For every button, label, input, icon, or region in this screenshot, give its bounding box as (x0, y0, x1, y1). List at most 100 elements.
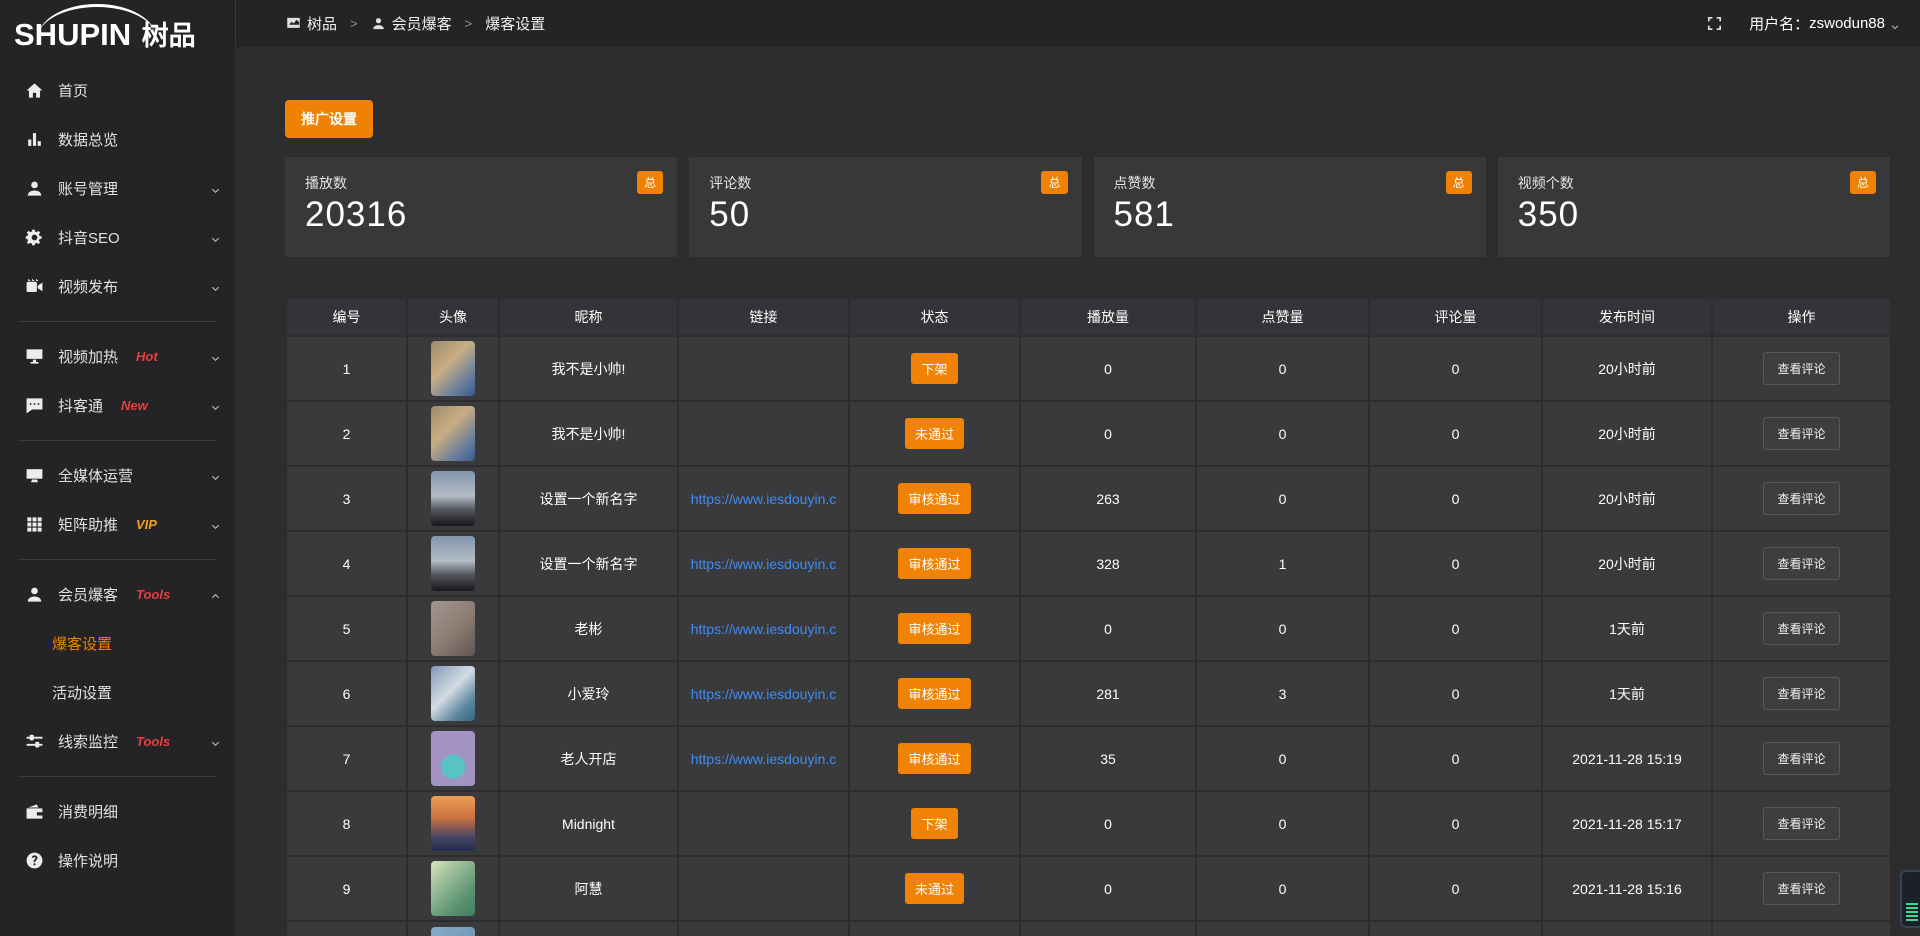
sidebar-item-数据总览[interactable]: 数据总览 (0, 115, 235, 164)
stat-card-label: 播放数 (305, 173, 657, 193)
sidebar-subitem-爆客设置[interactable]: 爆客设置 (0, 619, 235, 668)
view-comments-button[interactable]: 查看评论 (1763, 352, 1839, 385)
sidebar-item-消费明细[interactable]: 消费明细 (0, 787, 235, 836)
cell-status: 未通过 (849, 856, 1020, 921)
avatar-image (431, 406, 475, 461)
view-comments-button[interactable]: 查看评论 (1763, 677, 1839, 710)
cell-action: 查看评论 (1712, 596, 1891, 661)
cell-avatar (407, 661, 499, 726)
cell-avatar (407, 401, 499, 466)
overlay-volume-widget[interactable] (1900, 870, 1920, 928)
cell-id: 4 (286, 531, 407, 596)
stat-cards: 播放数20316总评论数50总点赞数581总视频个数350总 (285, 157, 1890, 257)
cell-link (678, 401, 849, 466)
sidebar-item-badge: VIP (136, 517, 157, 532)
cell-likes: 0 (1196, 596, 1369, 661)
fullscreen-icon[interactable] (1706, 15, 1723, 32)
sidebar-item-视频发布[interactable]: 视频发布 (0, 262, 235, 311)
cell-plays: 35 (1020, 726, 1196, 791)
column-header-链接: 链接 (678, 298, 849, 336)
avatar-image (431, 666, 475, 721)
status-badge: 未通过 (905, 873, 964, 904)
view-comments-button[interactable]: 查看评论 (1763, 547, 1839, 580)
cell-plays: 328 (1020, 531, 1196, 596)
chevron-up-icon (210, 589, 221, 600)
stat-card-label: 评论数 (709, 173, 1061, 193)
cell-empty (1020, 921, 1196, 936)
stat-card-label: 点赞数 (1114, 173, 1466, 193)
promotion-settings-button[interactable]: 推广设置 (285, 100, 373, 138)
breadcrumb: 树品>会员爆客>爆客设置 (286, 13, 545, 34)
breadcrumb-item-会员爆客[interactable]: 会员爆客 (371, 13, 452, 34)
cell-id: 1 (286, 336, 407, 401)
main-area: 树品>会员爆客>爆客设置 用户名： zswodun88 推广设置 播放数2031… (235, 0, 1920, 936)
sidebar-item-首页[interactable]: 首页 (0, 66, 235, 115)
sidebar: SHUPIN 树品 首页数据总览账号管理抖音SEO视频发布视频加热Hot抖客通N… (0, 0, 235, 936)
table-row-partial (286, 921, 1891, 936)
view-comments-button[interactable]: 查看评论 (1763, 612, 1839, 645)
cell-avatar (407, 856, 499, 921)
sidebar-item-矩阵助推[interactable]: 矩阵助推VIP (0, 500, 235, 549)
cell-link[interactable]: https://www.iesdouyin.c (678, 531, 849, 596)
sidebar-item-badge: Tools (136, 734, 170, 749)
sidebar-item-全媒体运营[interactable]: 全媒体运营 (0, 451, 235, 500)
chevron-down-icon (210, 232, 221, 243)
sidebar-item-label: 全媒体运营 (58, 465, 133, 486)
chevron-down-icon (210, 470, 221, 481)
column-header-状态: 状态 (849, 298, 1020, 336)
sidebar-item-抖音SEO[interactable]: 抖音SEO (0, 213, 235, 262)
view-comments-button[interactable]: 查看评论 (1763, 417, 1839, 450)
status-badge: 审核通过 (898, 613, 970, 644)
cell-link[interactable]: https://www.iesdouyin.c (678, 466, 849, 531)
cell-status: 审核通过 (849, 466, 1020, 531)
chevron-down-icon (210, 519, 221, 530)
sidebar-item-操作说明[interactable]: 操作说明 (0, 836, 235, 885)
wallet-icon (25, 802, 44, 821)
sidebar-subitem-活动设置[interactable]: 活动设置 (0, 668, 235, 717)
view-comments-button[interactable]: 查看评论 (1763, 807, 1839, 840)
cell-link[interactable]: https://www.iesdouyin.c (678, 596, 849, 661)
cell-action: 查看评论 (1712, 401, 1891, 466)
cell-status: 审核通过 (849, 531, 1020, 596)
table-row: 3设置一个新名字https://www.iesdouyin.c审核通过26300… (286, 466, 1891, 531)
sidebar-item-视频加热[interactable]: 视频加热Hot (0, 332, 235, 381)
stat-card-value: 50 (709, 195, 1061, 235)
status-badge: 审核通过 (898, 678, 970, 709)
cell-link[interactable]: https://www.iesdouyin.c (678, 661, 849, 726)
cell-link (678, 856, 849, 921)
cell-id: 9 (286, 856, 407, 921)
cell-likes: 0 (1196, 401, 1369, 466)
sidebar-item-badge: Hot (136, 349, 158, 364)
cell-link[interactable]: https://www.iesdouyin.c (678, 726, 849, 791)
cell-comments: 0 (1369, 596, 1542, 661)
cell-avatar (407, 726, 499, 791)
sidebar-item-线索监控[interactable]: 线索监控Tools (0, 717, 235, 766)
username-value: zswodun88 (1809, 15, 1885, 32)
cell-action: 查看评论 (1712, 856, 1891, 921)
breadcrumb-label: 会员爆客 (392, 13, 452, 34)
stat-card-value: 581 (1114, 195, 1466, 235)
user-icon (25, 179, 44, 198)
user-menu[interactable]: 用户名： zswodun88 (1749, 13, 1900, 34)
status-badge: 审核通过 (898, 743, 970, 774)
table-row: 1我不是小帅!下架00020小时前查看评论 (286, 336, 1891, 401)
cell-avatar (407, 596, 499, 661)
sidebar-item-label: 操作说明 (58, 850, 118, 871)
breadcrumb-item-树品[interactable]: 树品 (286, 13, 337, 34)
sidebar-item-抖客通[interactable]: 抖客通New (0, 381, 235, 430)
cell-avatar (407, 791, 499, 856)
cell-id: 2 (286, 401, 407, 466)
cell-status: 审核通过 (849, 661, 1020, 726)
gear-icon (25, 228, 44, 247)
brand-logo[interactable]: SHUPIN 树品 (0, 0, 235, 58)
table-row: 9阿慧未通过0002021-11-28 15:16查看评论 (286, 856, 1891, 921)
sidebar-item-label: 消费明细 (58, 801, 118, 822)
column-header-昵称: 昵称 (499, 298, 678, 336)
sidebar-item-会员爆客[interactable]: 会员爆客Tools (0, 570, 235, 619)
view-comments-button[interactable]: 查看评论 (1763, 482, 1839, 515)
cell-empty (407, 921, 499, 936)
view-comments-button[interactable]: 查看评论 (1763, 872, 1839, 905)
status-badge: 下架 (911, 808, 957, 839)
sidebar-item-账号管理[interactable]: 账号管理 (0, 164, 235, 213)
view-comments-button[interactable]: 查看评论 (1763, 742, 1839, 775)
